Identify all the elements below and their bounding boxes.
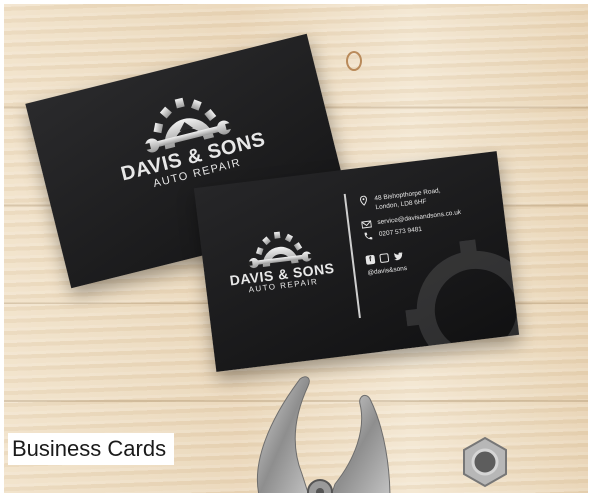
phone-icon — [364, 232, 373, 240]
contact-info: 48 Bishopthorpe Road, London, LD8 6HF se… — [358, 180, 502, 278]
card-logo: DAVIS & SONS AUTO REPAIR — [212, 223, 348, 298]
photo-frame: DAVIS & SONS AUTO REPAIR DAVIS & SONS AU… — [0, 0, 592, 495]
product-photo: DAVIS & SONS AUTO REPAIR DAVIS & SONS AU… — [4, 4, 588, 493]
image-caption: Business Cards — [8, 433, 175, 465]
facebook-icon: f — [365, 254, 376, 265]
twitter-icon — [394, 252, 403, 261]
location-pin-icon — [359, 195, 367, 206]
business-card-front: DAVIS & SONS AUTO REPAIR 48 Bishopthorpe… — [193, 151, 520, 372]
wood-knot — [346, 51, 362, 71]
pliers-tool-icon — [256, 376, 391, 493]
hex-nut-icon — [463, 436, 507, 488]
mail-icon — [361, 220, 372, 229]
card-divider — [343, 193, 361, 319]
instagram-icon — [379, 253, 390, 264]
